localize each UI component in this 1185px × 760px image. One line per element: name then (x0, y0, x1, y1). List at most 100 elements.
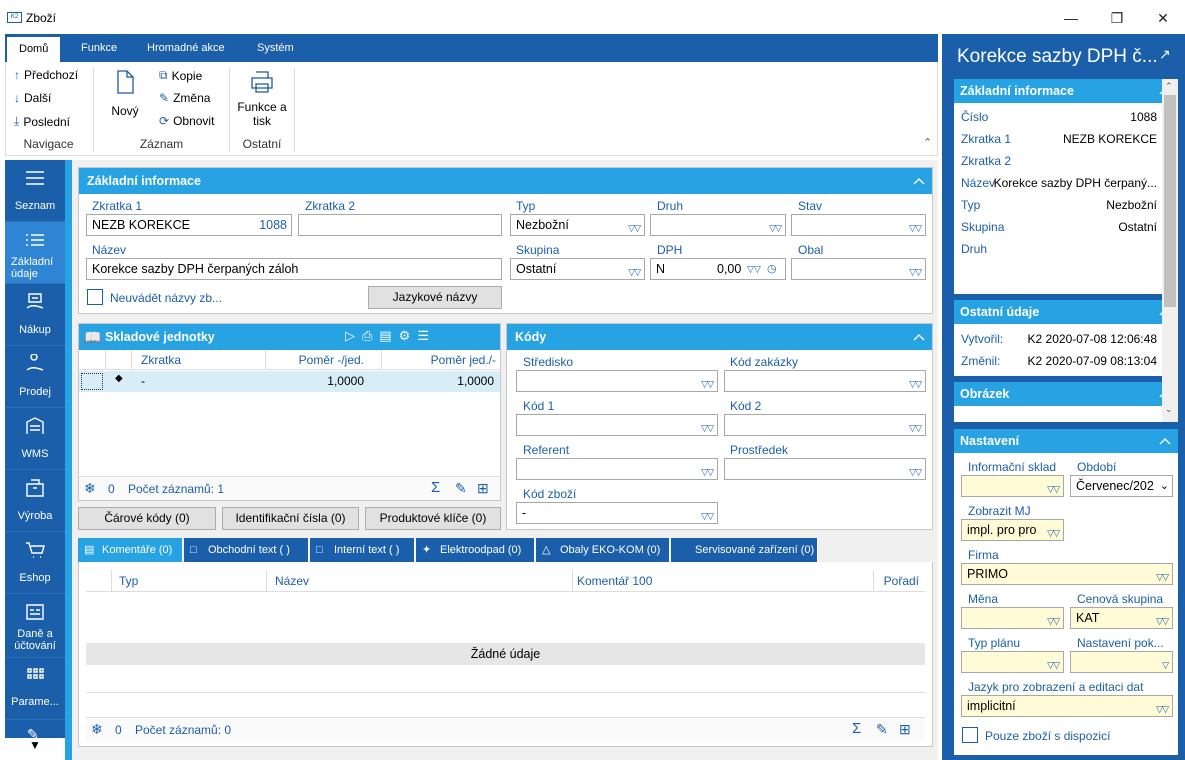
codes-header: Kódy (507, 324, 932, 350)
kod1-select[interactable]: ▽▽ (516, 414, 718, 436)
edit-icon[interactable]: ✎ (455, 480, 467, 497)
snowflake-icon[interactable]: ❄ (91, 721, 103, 738)
stredisko-select[interactable]: ▽▽ (516, 370, 718, 392)
prodkeys-button[interactable]: Produktové klíče (0) (365, 507, 501, 530)
nav-wms[interactable]: WMS (5, 408, 65, 470)
prostredek-select[interactable]: ▽▽ (724, 458, 926, 480)
col-typ[interactable]: Typ (119, 574, 138, 588)
next-button[interactable]: ↓ Další (14, 91, 51, 105)
nav-prodej[interactable]: Prodej (5, 346, 65, 408)
clock-icon[interactable]: ◷ (767, 259, 777, 279)
collapse-icon[interactable] (912, 174, 926, 188)
col-zkratka[interactable]: Zkratka (141, 353, 181, 367)
right-panel-splitter[interactable] (942, 34, 951, 760)
tab-hromadne-akce[interactable]: Hromadné akce (143, 34, 229, 62)
referent-select[interactable]: ▽▽ (516, 458, 718, 480)
tab-interni-text[interactable]: □ Interní text ( ) (310, 538, 415, 562)
print-functions-button[interactable]: Funkce a tisk (234, 70, 290, 136)
firma-select[interactable]: PRIMO ▽▽ (961, 563, 1173, 585)
refresh-button[interactable]: ⟳ Obnovit (159, 114, 214, 128)
sklad-select[interactable]: ▽▽ (961, 475, 1064, 497)
grid-divider (131, 350, 132, 370)
typ-select[interactable]: Nezbožní ▽▽ (510, 214, 645, 236)
kod-zbozi-select[interactable]: - ▽▽ (516, 502, 718, 524)
table-row[interactable]: ◆ - 1,0000 1,0000 (79, 371, 500, 392)
add-row-icon[interactable]: ⊞ (477, 480, 489, 497)
collapse-ribbon-icon[interactable]: ⌃ (923, 136, 932, 149)
barcodes-button[interactable]: Čárové kódy (0) (78, 507, 216, 530)
close-button[interactable]: ✕ (1140, 4, 1185, 32)
col-poradi[interactable]: Pořadí (884, 574, 919, 588)
add-row-icon[interactable]: ⊞ (899, 721, 911, 738)
collapse-icon[interactable] (1158, 434, 1172, 448)
skupina-select[interactable]: Ostatní ▽▽ (510, 258, 645, 280)
scroll-up-icon[interactable]: ⌃ (1165, 81, 1173, 92)
obal-select[interactable]: ▽▽ (791, 258, 926, 280)
new-button[interactable]: Nový (106, 70, 144, 124)
sum-icon[interactable]: Σ (431, 479, 440, 496)
zkratka1-field[interactable]: NEZB KOREKCE 1088 (86, 214, 292, 236)
dropdown-icon: ▽▽ (1156, 704, 1169, 714)
kod2-select[interactable]: ▽▽ (724, 414, 926, 436)
nav-parametry[interactable]: Parame... (5, 658, 65, 720)
mj-select[interactable]: impl. pro pro ▽▽ (961, 519, 1064, 541)
tab-domu[interactable]: Domů (7, 37, 61, 62)
copy-button[interactable]: ⧉ Kopie (159, 68, 202, 83)
last-button[interactable]: ⤓ Poslední (14, 114, 70, 129)
col-komentar[interactable]: Komentář 100 (577, 574, 652, 588)
col-nazev[interactable]: Název (275, 574, 309, 588)
nav-zakladni-udaje[interactable]: Základní údaje (5, 222, 65, 284)
nazev-field[interactable]: Korekce sazby DPH čerpaných záloh (86, 258, 502, 280)
nav-dane-ucetnictvi[interactable]: Daně a účtování (5, 594, 65, 658)
previous-button[interactable]: ↑ Předchozí (14, 68, 78, 82)
referent-label: Referent (523, 443, 570, 457)
tab-servisovane-zarizeni[interactable]: Servisované zařízení (0) (671, 538, 818, 562)
sum-icon[interactable]: Σ (852, 720, 861, 737)
scrollbar-thumb[interactable] (1164, 95, 1176, 307)
cenova-skupina-select[interactable]: KAT ▽▽ (1070, 607, 1173, 629)
nav-vyroba[interactable]: Výroba (5, 470, 65, 532)
tab-funkce[interactable]: Funkce (77, 34, 121, 62)
stav-select[interactable]: ▽▽ (791, 214, 926, 236)
tab-obaly-eko-kom[interactable]: △ Obaly EKO-KOM (0) (536, 538, 670, 562)
nav-eshop[interactable]: Eshop (5, 532, 65, 594)
typ-planu-select[interactable]: ▽▽ (961, 651, 1064, 673)
scroll-down-icon[interactable]: ⌄ (1165, 404, 1173, 415)
dispo-checkbox[interactable] (962, 727, 978, 743)
col-pomer1[interactable]: Poměr -/jed. (299, 353, 364, 367)
tab-komentare[interactable]: ▤ Komentáře (0) (78, 538, 183, 562)
col-pomer2[interactable]: Poměr jed./- (431, 353, 496, 367)
language-names-button[interactable]: Jazykové názvy (368, 286, 502, 309)
dph-select[interactable]: N 0,00 ▽▽ ◷ (650, 258, 786, 280)
jazyk-select[interactable]: implicitní ▽▽ (961, 695, 1173, 717)
edit-icon[interactable]: ✎ (876, 721, 888, 738)
idnums-button[interactable]: Identifikační čísla (0) (222, 507, 359, 530)
nav-nakup[interactable]: Nákup (5, 284, 65, 346)
obdobi-select[interactable]: Červenec/202 ⌄ (1070, 475, 1173, 497)
tab-obchodni-text[interactable]: □ Obchodní text ( ) (184, 538, 309, 562)
units-footer: ❄ 0 Počet záznamů: 1 Σ ✎ ⊞ (79, 476, 500, 500)
grid-divider (572, 570, 573, 592)
kod-zakazky-select[interactable]: ▽▽ (724, 370, 926, 392)
restore-button[interactable]: ❐ (1094, 4, 1140, 32)
units-toolbar-icons[interactable]: ▷⎙▤⚙☰ (345, 328, 436, 344)
row-selector[interactable] (81, 373, 103, 390)
copy-label: Kopie (171, 68, 203, 83)
nav-seznam[interactable]: Seznam (5, 160, 65, 222)
scroll-down-button[interactable]: ▼ (5, 738, 65, 760)
nastaveni-pok-select[interactable]: ▽ (1070, 651, 1173, 673)
last-label: Poslední (23, 114, 71, 129)
mena-select[interactable]: ▽▽ (961, 607, 1064, 629)
right-scrollbar[interactable]: ⌃ ⌄ (1162, 79, 1178, 422)
druh-select[interactable]: ▽▽ (650, 214, 786, 236)
tab-elektroodpad[interactable]: ✦ Elektroodpad (0) (416, 538, 535, 562)
print-label: Funkce a tisk (237, 100, 287, 128)
zkratka2-field[interactable] (298, 214, 502, 236)
minimize-button[interactable]: — (1048, 4, 1094, 32)
neuvadet-checkbox[interactable] (87, 289, 103, 305)
change-button[interactable]: ✎ Změna (159, 91, 210, 105)
collapse-icon[interactable] (912, 330, 926, 344)
snowflake-icon[interactable]: ❄ (84, 480, 96, 497)
tab-system[interactable]: Systém (253, 34, 298, 62)
popout-icon[interactable]: ↗ (1159, 46, 1171, 63)
